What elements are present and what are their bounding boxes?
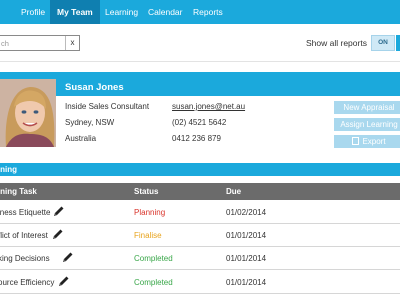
profile-mobile: 0412 236 879: [172, 134, 221, 143]
edit-pencil-icon[interactable]: [52, 228, 64, 240]
column-header-status[interactable]: Status: [134, 187, 158, 196]
learning-table-header: [0, 183, 400, 200]
edit-pencil-icon[interactable]: [53, 205, 65, 217]
due-date: 01/01/2014: [226, 278, 267, 287]
column-header-due[interactable]: Due: [226, 187, 241, 196]
task-name: flict of Interest: [0, 231, 48, 240]
top-nav: Profile My Team Learning Calendar Report…: [0, 0, 400, 24]
nav-reports[interactable]: Reports: [186, 0, 230, 24]
search-input[interactable]: [1, 37, 63, 49]
status-text: Completed: [134, 254, 173, 263]
search-clear-button[interactable]: x: [65, 36, 79, 50]
learning-section-bar: [0, 163, 400, 176]
show-all-reports-label: Show all reports: [306, 38, 367, 48]
assign-learning-button[interactable]: Assign Learning: [334, 118, 400, 131]
column-header-task[interactable]: rning Task: [0, 187, 37, 196]
table-row[interactable]: flict of Interest Finalise 01/01/2014: [0, 224, 400, 247]
task-name: ource Efficiency: [0, 278, 55, 287]
show-all-toggle-on[interactable]: ON: [371, 35, 395, 51]
profile-location: Sydney, NSW: [65, 118, 115, 127]
profile-email-link[interactable]: susan.jones@net.au: [172, 102, 245, 111]
edit-pencil-icon[interactable]: [62, 251, 74, 263]
profile-country: Australia: [65, 134, 97, 143]
export-button[interactable]: Export: [334, 135, 400, 148]
learning-section-title: rning: [0, 165, 17, 174]
status-text: Completed: [134, 278, 173, 287]
avatar: [0, 79, 56, 147]
nav-profile[interactable]: Profile: [14, 0, 52, 24]
profile-header-bar: [0, 72, 400, 79]
task-name: king Decisions: [0, 254, 50, 263]
export-icon: [352, 137, 360, 145]
status-text: Finalise: [134, 231, 162, 240]
status-text: Planning: [134, 208, 166, 217]
due-date: 01/01/2014: [226, 254, 267, 263]
export-label: Export: [362, 137, 386, 146]
nav-learning[interactable]: Learning: [98, 0, 145, 24]
nav-my-team[interactable]: My Team: [50, 0, 100, 24]
profile-job-title: Inside Sales Consultant: [65, 102, 150, 111]
show-all-toggle-off[interactable]: [396, 35, 400, 51]
profile-phone: (02) 4521 5642: [172, 118, 227, 127]
toolbar: x Show all reports ON: [0, 24, 400, 62]
due-date: 01/02/2014: [226, 208, 267, 217]
due-date: 01/01/2014: [226, 231, 267, 240]
profile-name: Susan Jones: [65, 82, 124, 93]
table-row[interactable]: ource Efficiency Completed 01/01/2014: [0, 271, 400, 294]
table-row[interactable]: iness Etiquette Planning 01/02/2014: [0, 201, 400, 224]
search-box: x: [0, 35, 80, 51]
edit-pencil-icon[interactable]: [58, 275, 70, 287]
nav-calendar[interactable]: Calendar: [141, 0, 190, 24]
task-name: iness Etiquette: [0, 208, 51, 217]
new-appraisal-button[interactable]: New Appraisal: [334, 101, 400, 114]
table-row[interactable]: king Decisions Completed 01/01/2014: [0, 247, 400, 270]
